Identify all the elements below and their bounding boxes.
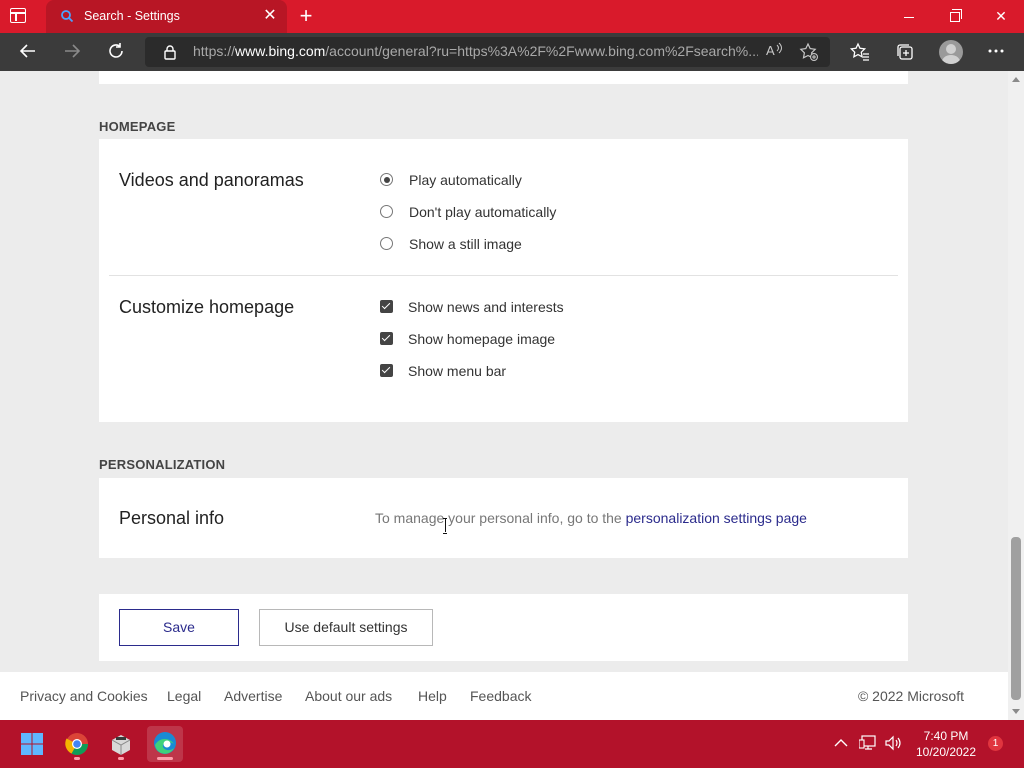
clock-time: 7:40 PM <box>923 729 969 743</box>
footer-link-privacy[interactable]: Privacy and Cookies <box>20 688 148 704</box>
favorites-icon[interactable] <box>849 42 871 64</box>
svg-text:A: A <box>766 43 775 58</box>
start-button[interactable] <box>14 726 50 762</box>
restore-button[interactable] <box>932 0 978 33</box>
forward-icon[interactable] <box>61 42 83 64</box>
personalization-settings-link[interactable]: personalization settings page <box>626 510 807 526</box>
profile-avatar[interactable] <box>939 40 963 64</box>
footer-link-feedback[interactable]: Feedback <box>470 688 531 704</box>
use-default-settings-button[interactable]: Use default settings <box>259 609 433 646</box>
settings-page: HOMEPAGE Videos and panoramas Play autom… <box>0 71 1008 720</box>
new-tab-icon[interactable]: + <box>296 4 316 28</box>
tab-actions-icon[interactable] <box>10 8 26 23</box>
checkbox-checked-icon[interactable] <box>380 364 393 377</box>
homepage-section-label: HOMEPAGE <box>99 119 176 134</box>
taskbar-chrome[interactable] <box>59 726 95 762</box>
notification-badge[interactable]: 1 <box>988 736 1003 751</box>
tab-close-icon[interactable]: ✕ <box>262 7 278 25</box>
scrollbar-thumb[interactable] <box>1011 537 1021 700</box>
back-icon[interactable] <box>17 42 39 64</box>
videos-panoramas-title: Videos and panoramas <box>119 170 304 190</box>
radio-selected-icon[interactable] <box>380 173 393 186</box>
previous-section-card <box>99 71 908 84</box>
bing-search-icon <box>61 10 74 23</box>
more-menu-icon[interactable] <box>985 42 1007 64</box>
tab-title: Search - Settings <box>84 9 180 23</box>
refresh-icon[interactable] <box>105 42 127 64</box>
checkbox-checked-icon[interactable] <box>380 332 393 345</box>
window-close-button[interactable]: ✕ <box>978 0 1024 33</box>
windows-taskbar: 7:40 PM 10/20/2022 <box>0 720 1024 768</box>
personalization-section-label: PERSONALIZATION <box>99 457 226 472</box>
section-divider <box>109 275 898 276</box>
minimize-button[interactable] <box>886 0 932 33</box>
page-footer: Privacy and Cookies Legal Advertise Abou… <box>0 672 1008 720</box>
footer-link-advertise[interactable]: Advertise <box>224 688 282 704</box>
read-aloud-icon[interactable]: A <box>764 42 784 62</box>
taskbar-edge[interactable] <box>147 726 183 762</box>
footer-link-about-ads[interactable]: About our ads <box>305 688 392 704</box>
clock-date: 10/20/2022 <box>915 745 977 759</box>
copyright-text: © 2022 Microsoft <box>857 688 964 704</box>
add-favorite-icon[interactable] <box>799 42 819 62</box>
checkbox-checked-icon[interactable] <box>380 300 393 313</box>
show-hidden-icons-chevron-icon[interactable] <box>832 735 850 753</box>
radio-unselected-icon[interactable] <box>380 205 393 218</box>
url-text[interactable]: https://www.bing.com/account/general?ru=… <box>193 43 758 59</box>
save-button[interactable]: Save <box>119 609 239 646</box>
lock-icon[interactable] <box>163 44 177 60</box>
homepage-card: Videos and panoramas Play automatically … <box>99 139 908 422</box>
actions-card: Save Use default settings <box>99 594 908 661</box>
footer-link-legal[interactable]: Legal <box>167 688 201 704</box>
collections-icon[interactable] <box>894 42 916 64</box>
page-scrollbar[interactable] <box>1008 71 1024 720</box>
navigation-bar: https://www.bing.com/account/general?ru=… <box>0 33 1024 71</box>
scroll-up-icon[interactable] <box>1012 77 1020 82</box>
text-cursor-icon <box>443 518 447 534</box>
volume-icon[interactable] <box>884 735 902 753</box>
title-bar: Search - Settings ✕ + ✕ <box>0 0 1024 33</box>
personal-info-title: Personal info <box>119 508 225 528</box>
customize-homepage-title: Customize homepage <box>119 297 295 317</box>
network-icon[interactable] <box>858 735 877 753</box>
scroll-down-icon[interactable] <box>1012 709 1020 714</box>
system-clock[interactable]: 7:40 PM 10/20/2022 <box>908 728 984 760</box>
windows-logo-icon <box>21 733 43 755</box>
footer-link-help[interactable]: Help <box>418 688 447 704</box>
taskbar-app-package[interactable] <box>103 726 139 762</box>
personal-info-text: To manage your personal info, go to the … <box>375 510 807 526</box>
radio-unselected-icon[interactable] <box>380 237 393 250</box>
personalization-card: Personal info To manage your personal in… <box>99 478 908 558</box>
